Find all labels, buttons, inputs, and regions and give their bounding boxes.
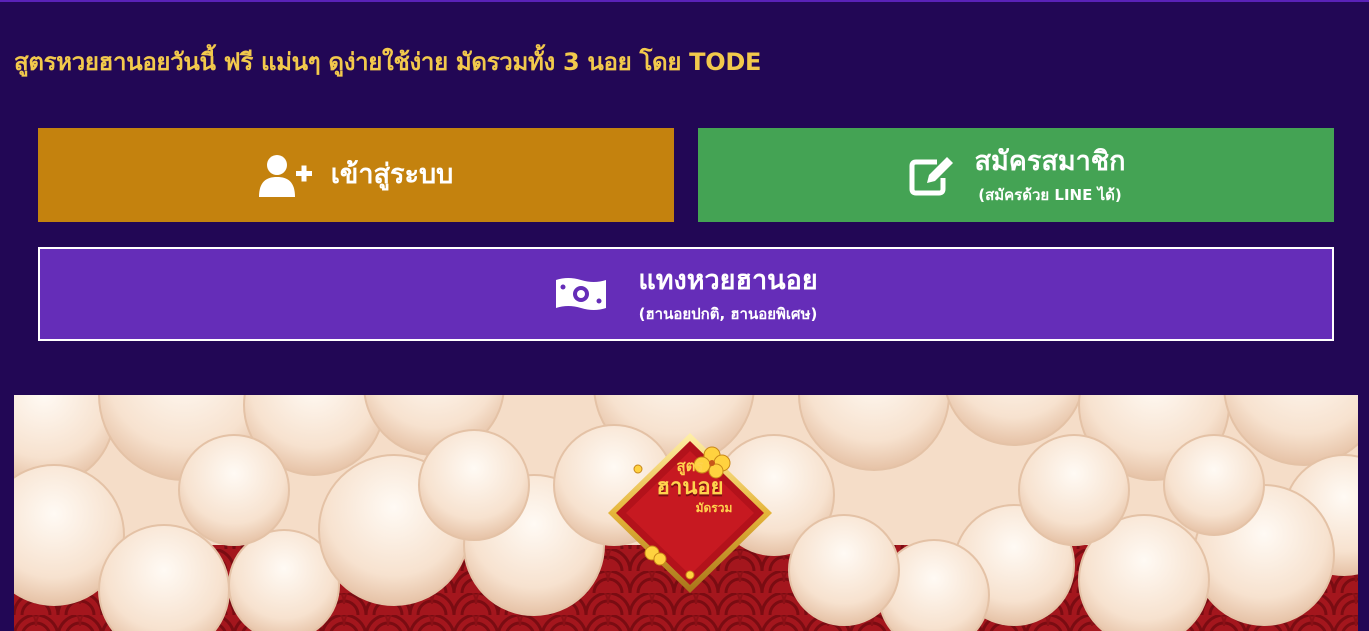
- register-label: สมัครสมาชิก: [974, 146, 1126, 177]
- user-plus-icon: [258, 153, 313, 197]
- login-button[interactable]: เข้าสู่ระบบ: [38, 128, 674, 222]
- hero-banner: [14, 395, 1358, 631]
- page-title: สูตรหวยฮานอยวันนี้ ฟรี แม่นๆ ดูง่ายใช้ง่…: [14, 48, 762, 76]
- edit-icon: [907, 152, 957, 198]
- register-button[interactable]: สมัครสมาชิก (สมัครด้วย LINE ได้): [698, 128, 1334, 222]
- bet-label: แทงหวยฮานอย: [638, 265, 818, 296]
- top-accent-line: [0, 0, 1369, 2]
- bet-sublabel: (ฮานอยปกติ, ฮานอยพิเศษ): [638, 305, 818, 323]
- register-sublabel: (สมัครด้วย LINE ได้): [978, 186, 1122, 204]
- money-bill-icon: [554, 274, 608, 314]
- login-label: เข้าสู่ระบบ: [330, 159, 454, 190]
- bet-hanoi-button[interactable]: แทงหวยฮานอย (ฮานอยปกติ, ฮานอยพิเศษ): [38, 247, 1334, 341]
- banner-illustration: [14, 395, 1358, 631]
